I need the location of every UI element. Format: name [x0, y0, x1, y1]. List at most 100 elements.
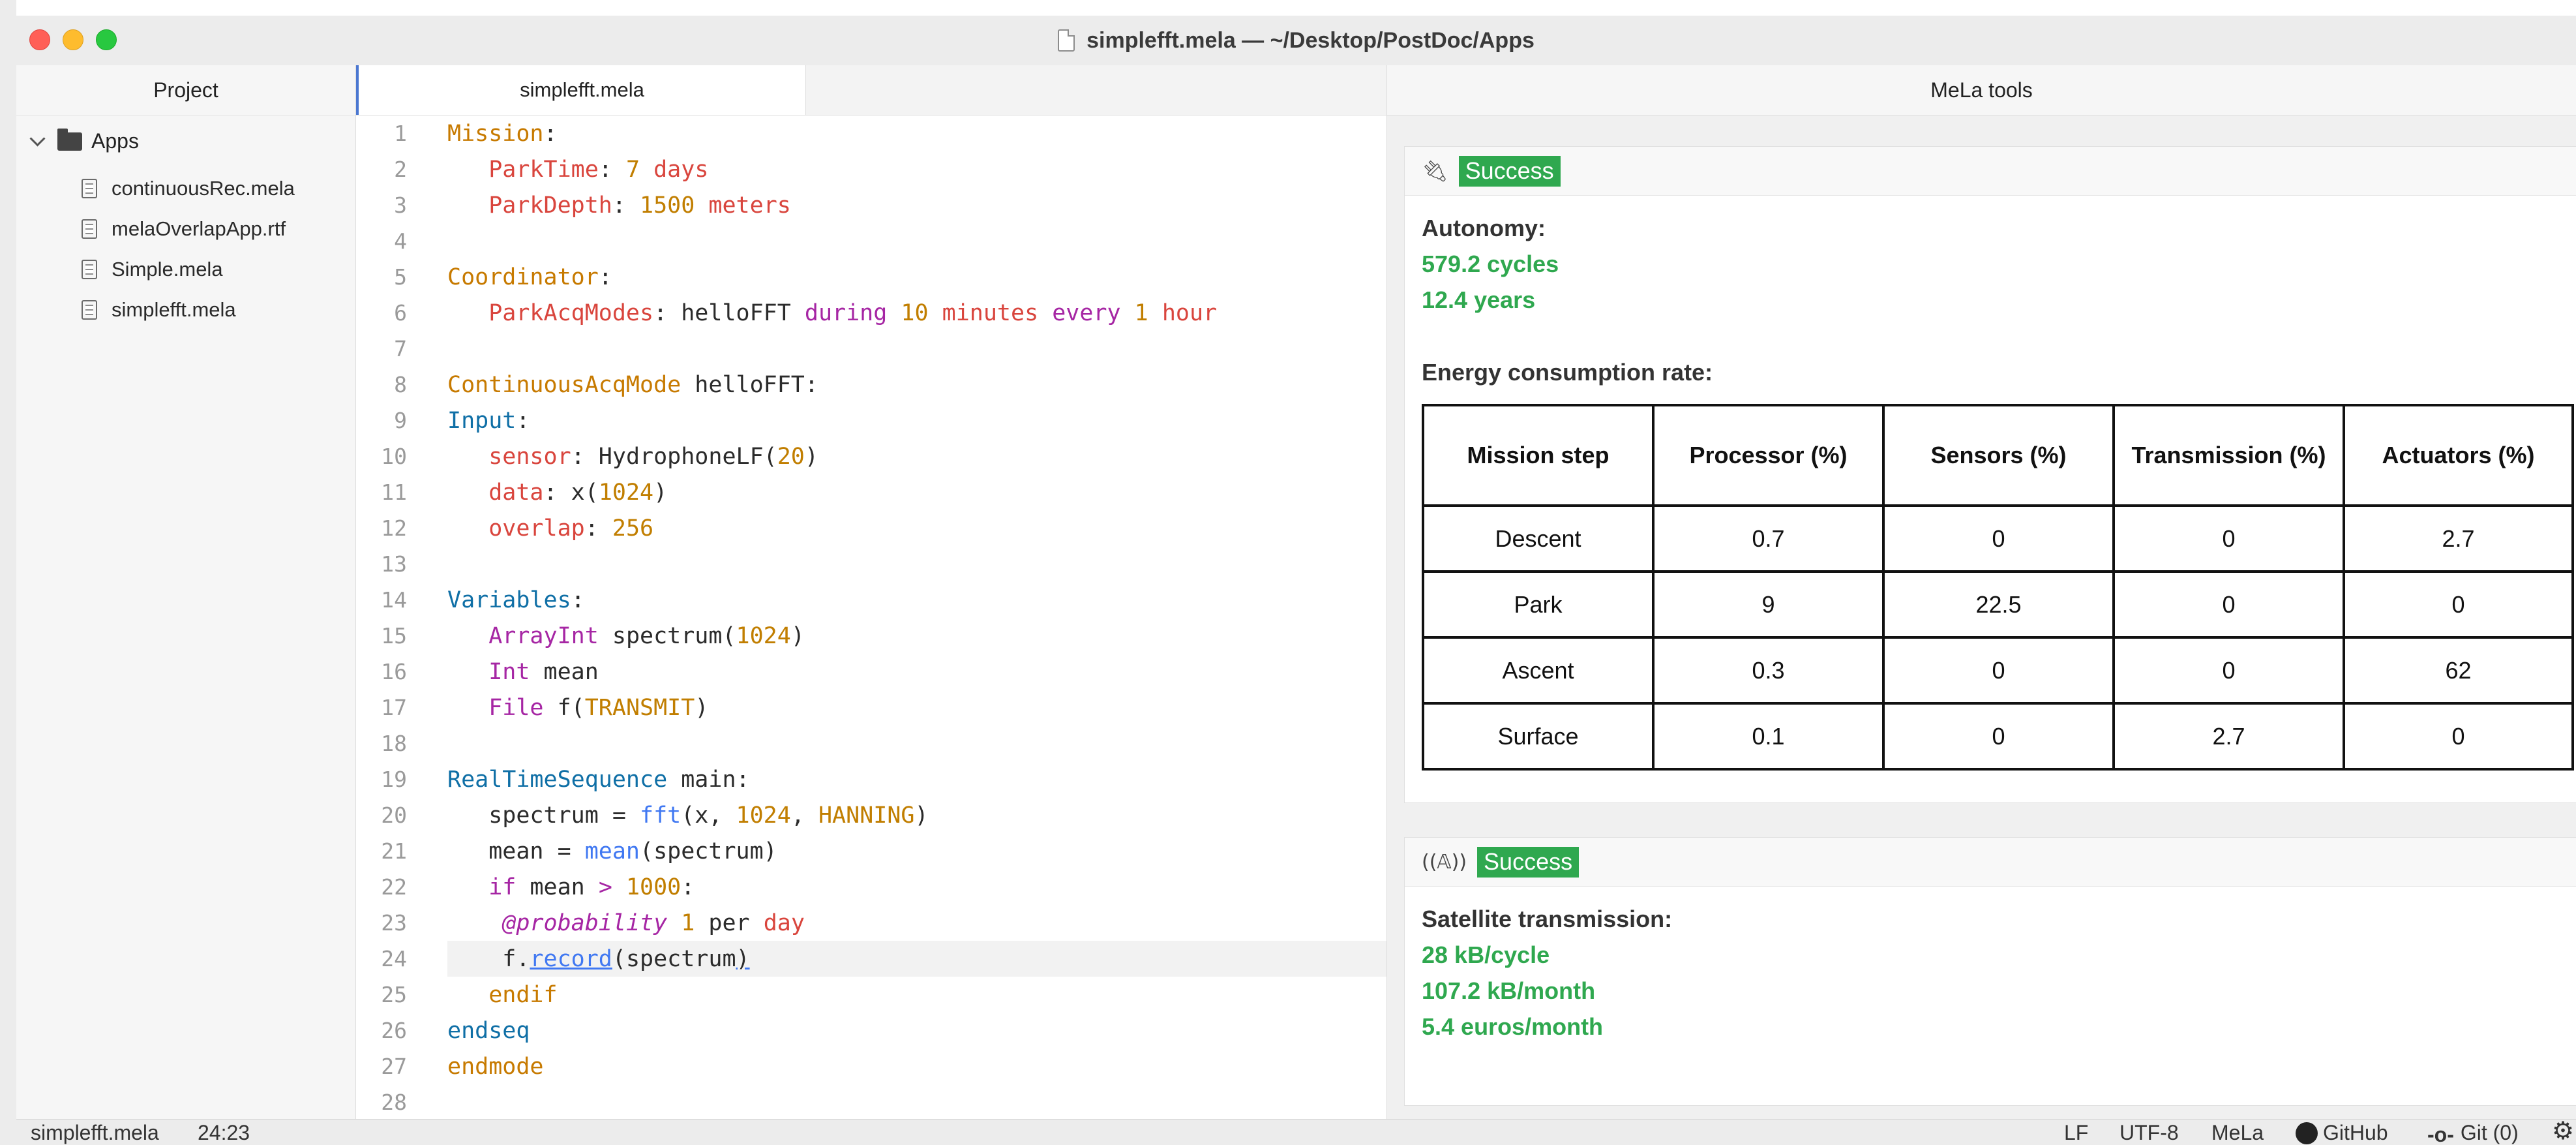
code-line[interactable]: 15 ArrayInt spectrum(1024): [356, 618, 1386, 654]
table-cell: 0: [1882, 504, 2115, 573]
code-line[interactable]: 6 ParkAcqModes: helloFFT during 10 minut…: [356, 295, 1386, 331]
document-icon: [1058, 29, 1075, 52]
code-line[interactable]: 11 data: x(1024): [356, 474, 1386, 510]
git-button[interactable]: -o- Git (0): [2427, 1120, 2519, 1145]
code-line[interactable]: 10 sensor: HydrophoneLF(20): [356, 438, 1386, 474]
line-number: 9: [394, 408, 407, 433]
line-number: 1: [394, 121, 407, 146]
code-line[interactable]: 12 overlap: 256: [356, 510, 1386, 546]
table-cell: 0: [1882, 636, 2115, 705]
transmission-card: ((𝔸)) Success Satellite transmission: 28…: [1404, 837, 2576, 1106]
code-line[interactable]: 19 RealTimeSequence main:: [356, 761, 1386, 797]
transmission-per-month: 107.2 kB/month: [1422, 977, 1596, 1004]
table-cell: 0.7: [1652, 504, 1885, 573]
line-number: 10: [381, 444, 407, 469]
line-number: 12: [381, 515, 407, 541]
table-cell: Surface: [1422, 702, 1655, 771]
code-line[interactable]: 17 File f(TRANSMIT): [356, 690, 1386, 725]
column-header: Processor (%): [1652, 404, 1885, 507]
folder-icon: [57, 128, 82, 151]
folder-label: Apps: [91, 129, 139, 153]
code-line[interactable]: 18: [356, 725, 1386, 761]
status-grammar[interactable]: MeLa: [2211, 1120, 2264, 1145]
git-commit-icon: -o-: [2427, 1123, 2454, 1145]
satellite-label: Satellite transmission:: [1422, 906, 1673, 932]
status-line-ending[interactable]: LF: [2064, 1120, 2088, 1145]
line-number: 23: [381, 910, 407, 936]
table-cell: 0: [2343, 570, 2574, 639]
line-number: 25: [381, 982, 407, 1007]
code-line[interactable]: 25 endif: [356, 977, 1386, 1013]
line-number: 21: [381, 838, 407, 864]
tree-folder-apps[interactable]: Apps: [25, 128, 139, 153]
table-cell: 0: [2112, 636, 2345, 705]
code-line[interactable]: 27 endmode: [356, 1048, 1386, 1084]
tree-file-item[interactable]: simplefft.mela: [82, 290, 295, 330]
title-bar: simplefft.mela — ~/Desktop/PostDoc/Apps: [16, 16, 2576, 66]
table-cell: 0: [1882, 702, 2115, 771]
code-line[interactable]: 16 Int mean: [356, 654, 1386, 690]
code-line[interactable]: 21 mean = mean(spectrum): [356, 833, 1386, 869]
chevron-down-icon[interactable]: [29, 130, 46, 147]
code-line[interactable]: 1 Mission:: [356, 115, 1386, 151]
line-number: 26: [381, 1018, 407, 1043]
code-line[interactable]: 3 ParkDepth: 1500 meters: [356, 187, 1386, 223]
line-number: 13: [381, 551, 407, 577]
line-number: 7: [394, 336, 407, 361]
status-file-name[interactable]: simplefft.mela: [31, 1120, 159, 1145]
table-cell: Descent: [1422, 504, 1655, 573]
table-cell: Park: [1422, 570, 1655, 639]
code-line[interactable]: 4: [356, 223, 1386, 259]
tree-file-item[interactable]: continuousRec.mela: [82, 168, 295, 209]
github-button[interactable]: GitHub: [2296, 1120, 2388, 1145]
code-line[interactable]: 14 Variables:: [356, 582, 1386, 618]
code-line[interactable]: 7: [356, 331, 1386, 367]
transmission-card-header: ((𝔸)) Success: [1405, 838, 2576, 887]
line-number: 18: [381, 731, 407, 756]
code-line[interactable]: 26 endseq: [356, 1013, 1386, 1048]
code-line[interactable]: 28: [356, 1084, 1386, 1119]
table-header-row: Mission step Processor (%) Sensors (%) T…: [1422, 404, 2574, 507]
status-encoding[interactable]: UTF-8: [2119, 1120, 2179, 1145]
line-number: 17: [381, 695, 407, 720]
column-header: Sensors (%): [1882, 404, 2115, 507]
line-number: 2: [394, 157, 407, 182]
code-line[interactable]: 2 ParkTime: 7 days: [356, 151, 1386, 187]
energy-card-header: 🔌︎ Success: [1405, 147, 2576, 196]
code-line[interactable]: 20 spectrum = fft(x, 1024, HANNING): [356, 797, 1386, 833]
line-number: 8: [394, 372, 407, 397]
tree-file-item[interactable]: melaOverlapApp.rtf: [82, 209, 295, 249]
table-row: Ascent 0.3 0 0 62: [1422, 636, 2574, 705]
line-number: 6: [394, 300, 407, 326]
line-number: 20: [381, 802, 407, 828]
status-cursor-position[interactable]: 24:23: [198, 1120, 250, 1145]
github-label: GitHub: [2323, 1121, 2388, 1144]
transmission-cost: 5.4 euros/month: [1422, 1013, 1604, 1040]
autonomy-label: Autonomy:: [1422, 215, 1546, 241]
code-line[interactable]: 9 Input:: [356, 403, 1386, 438]
file-icon: [82, 219, 97, 239]
code-line[interactable]: 5 Coordinator:: [356, 259, 1386, 295]
code-line-current[interactable]: 24 f.record(spectrum): [381, 941, 1386, 977]
mela-tools-header: MeLa tools: [1387, 65, 2576, 115]
tree-file-item[interactable]: Simple.mela: [82, 249, 295, 290]
autonomy-years: 12.4 years: [1422, 286, 1536, 313]
editor-tab-simplefft[interactable]: simplefft.mela: [356, 65, 806, 115]
code-line[interactable]: 8 ContinuousAcqMode helloFFT:: [356, 367, 1386, 403]
file-label: continuousRec.mela: [112, 177, 295, 200]
editor-window: simplefft.mela — ~/Desktop/PostDoc/Apps …: [16, 16, 2576, 1145]
file-label: simplefft.mela: [112, 298, 236, 321]
gear-icon[interactable]: ⚙: [2552, 1118, 2574, 1144]
code-area[interactable]: 1 Mission: 2 ParkTime: 7 days 3 ParkDepth…: [356, 115, 1386, 1119]
line-number: 22: [381, 874, 407, 900]
file-list: continuousRec.mela melaOverlapApp.rtf Si…: [82, 168, 295, 330]
code-line[interactable]: 22 if mean > 1000:: [356, 869, 1386, 905]
code-line[interactable]: 13: [356, 546, 1386, 582]
file-icon: [82, 300, 97, 320]
code-line[interactable]: 23 @probability 1 per day: [356, 905, 1386, 941]
line-number: 11: [381, 480, 407, 505]
table-row: Park 9 22.5 0 0: [1422, 570, 2574, 639]
table-cell: 62: [2343, 636, 2574, 705]
window-title: simplefft.mela — ~/Desktop/PostDoc/Apps: [1086, 27, 1535, 53]
github-icon: [2296, 1122, 2318, 1144]
